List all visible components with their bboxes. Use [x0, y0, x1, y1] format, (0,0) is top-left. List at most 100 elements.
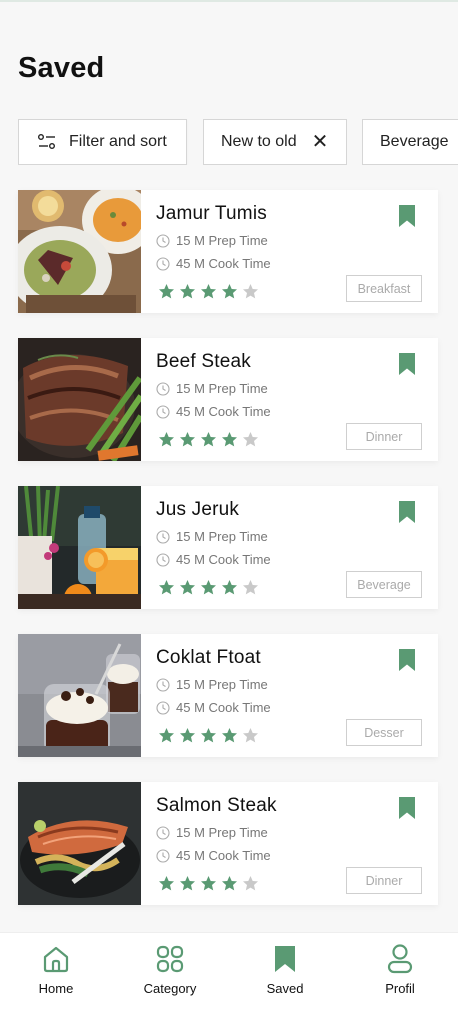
star-icon — [201, 432, 216, 447]
cook-time: 45 M Cook Time — [156, 552, 271, 567]
category-tag[interactable]: Dinner — [346, 867, 422, 894]
star-icon — [180, 284, 195, 299]
prep-time: 15 M Prep Time — [156, 233, 268, 248]
star-icon — [222, 284, 237, 299]
category-tag[interactable]: Desser — [346, 719, 422, 746]
filter-sort-button[interactable]: Filter and sort — [18, 119, 187, 165]
star-icon — [222, 432, 237, 447]
clock-icon — [156, 233, 170, 248]
star-icon — [159, 284, 174, 299]
filter-sort-label: Filter and sort — [69, 133, 167, 150]
star-icon — [243, 284, 258, 299]
bookmark-icon[interactable] — [398, 796, 416, 820]
star-icon — [180, 580, 195, 595]
recipe-image — [18, 782, 141, 905]
nav-home[interactable]: Home — [6, 943, 106, 996]
clock-icon — [156, 552, 170, 567]
star-icon — [201, 728, 216, 743]
recipe-image — [18, 486, 141, 609]
nav-profile[interactable]: Profil — [350, 943, 450, 996]
star-icon — [243, 876, 258, 891]
profile-icon — [387, 944, 413, 974]
nav-profile-label: Profil — [385, 981, 415, 996]
nav-category-label: Category — [143, 981, 197, 996]
category-tag[interactable]: Beverage — [346, 571, 422, 598]
bookmark-icon[interactable] — [398, 500, 416, 524]
sliders-icon — [38, 134, 55, 149]
category-chip-label: Beverage — [380, 133, 449, 150]
bookmark-icon[interactable] — [398, 648, 416, 672]
bottom-navigation: Home Category Saved Profil — [0, 932, 458, 1023]
prep-time-text: 15 M Prep Time — [176, 677, 268, 692]
clock-icon — [156, 529, 170, 544]
star-icon — [159, 580, 174, 595]
recipe-card[interactable]: Salmon Steak 15 M Prep Time 45 M Cook Time… — [18, 782, 438, 905]
star-icon — [180, 432, 195, 447]
prep-time-text: 15 M Prep Time — [176, 825, 268, 840]
nav-home-label: Home — [38, 981, 74, 996]
recipe-card[interactable]: Jus Jeruk 15 M Prep Time 45 M Cook Time Bev… — [18, 486, 438, 609]
recipe-name: Jus Jeruk — [156, 499, 240, 520]
prep-time-text: 15 M Prep Time — [176, 529, 268, 544]
clock-icon — [156, 677, 170, 692]
star-icon — [201, 580, 216, 595]
star-icon — [222, 728, 237, 743]
category-tag[interactable]: Breakfast — [346, 275, 422, 302]
close-icon[interactable]: ✕ — [312, 132, 329, 152]
rating-stars — [158, 875, 259, 892]
cook-time-text: 45 M Cook Time — [176, 404, 271, 419]
prep-time-text: 15 M Prep Time — [176, 233, 268, 248]
star-icon — [159, 728, 174, 743]
star-icon — [159, 876, 174, 891]
recipe-card[interactable]: Beef Steak 15 M Prep Time 45 M Cook Time Di… — [18, 338, 438, 461]
cook-time: 45 M Cook Time — [156, 256, 271, 271]
nav-category[interactable]: Category — [120, 943, 220, 996]
star-icon — [243, 580, 258, 595]
star-icon — [201, 876, 216, 891]
star-icon — [243, 432, 258, 447]
star-icon — [201, 284, 216, 299]
prep-time-text: 15 M Prep Time — [176, 381, 268, 396]
home-icon — [43, 946, 69, 973]
cook-time: 45 M Cook Time — [156, 404, 271, 419]
prep-time: 15 M Prep Time — [156, 529, 268, 544]
rating-stars — [158, 727, 259, 744]
cook-time: 45 M Cook Time — [156, 848, 271, 863]
nav-saved-label: Saved — [266, 981, 304, 996]
order-chip[interactable]: New to old ✕ — [203, 119, 347, 165]
category-chip[interactable]: Beverage — [362, 119, 458, 165]
recipe-image — [18, 190, 141, 313]
category-grid-icon — [156, 945, 184, 973]
recipe-name: Jamur Tumis — [156, 203, 267, 224]
recipe-name: Coklat Ftoat — [156, 647, 261, 668]
category-tag[interactable]: Dinner — [346, 423, 422, 450]
clock-icon — [156, 404, 170, 419]
top-divider — [0, 0, 458, 2]
order-chip-label: New to old — [221, 133, 297, 150]
recipe-name: Beef Steak — [156, 351, 251, 372]
star-icon — [222, 876, 237, 891]
recipe-card[interactable]: Coklat Ftoat 15 M Prep Time 45 M Cook Time… — [18, 634, 438, 757]
nav-saved[interactable]: Saved — [235, 943, 335, 996]
star-icon — [222, 580, 237, 595]
recipe-image — [18, 634, 141, 757]
clock-icon — [156, 700, 170, 715]
bookmark-icon[interactable] — [398, 204, 416, 228]
rating-stars — [158, 283, 259, 300]
star-icon — [243, 728, 258, 743]
recipe-card[interactable]: Jamur Tumis 15 M Prep Time 45 M Cook Time B… — [18, 190, 438, 313]
page-title: Saved — [18, 52, 105, 84]
cook-time-text: 45 M Cook Time — [176, 700, 271, 715]
clock-icon — [156, 256, 170, 271]
bookmark-icon — [275, 946, 295, 972]
star-icon — [180, 728, 195, 743]
clock-icon — [156, 825, 170, 840]
clock-icon — [156, 381, 170, 396]
clock-icon — [156, 848, 170, 863]
cook-time: 45 M Cook Time — [156, 700, 271, 715]
prep-time: 15 M Prep Time — [156, 381, 268, 396]
bookmark-icon[interactable] — [398, 352, 416, 376]
rating-stars — [158, 431, 259, 448]
prep-time: 15 M Prep Time — [156, 677, 268, 692]
star-icon — [180, 876, 195, 891]
